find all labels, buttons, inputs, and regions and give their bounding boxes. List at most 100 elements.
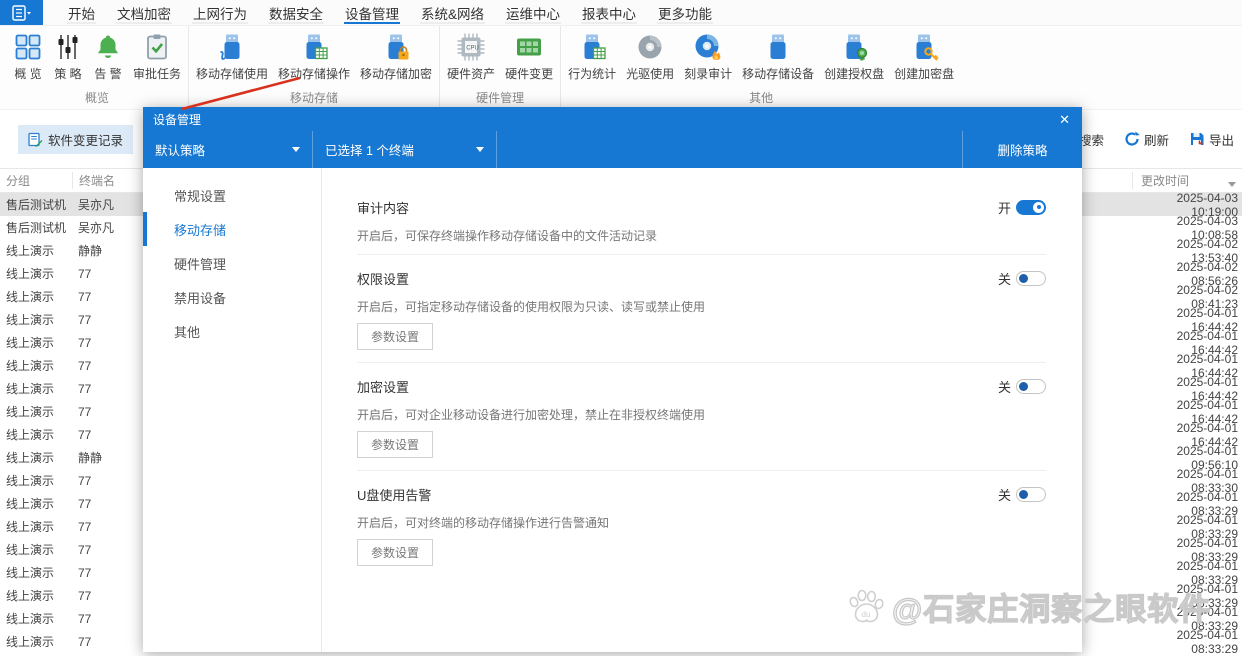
cell-group: 线上演示 bbox=[0, 587, 72, 604]
ribbon-item-label: 行为统计 bbox=[568, 65, 616, 82]
approval-tasks-button[interactable]: 审批任务 bbox=[128, 32, 186, 82]
cell-terminal: 77 bbox=[72, 382, 148, 396]
auth-disk-button[interactable]: 创建授权盘 bbox=[819, 32, 889, 82]
policy-sliders-button[interactable]: 策 略 bbox=[48, 32, 88, 82]
column-header-terminal[interactable]: 终端名 bbox=[72, 172, 148, 189]
cell-group: 线上演示 bbox=[0, 541, 72, 558]
overview-grid-button[interactable]: 概 览 bbox=[8, 32, 48, 82]
cell-group: 线上演示 bbox=[0, 380, 72, 397]
ribbon-item-label: 概 览 bbox=[14, 65, 41, 82]
toggle-switch[interactable] bbox=[1016, 271, 1046, 286]
usb-usage-button[interactable]: 移动存储使用 bbox=[191, 32, 273, 82]
ribbon-item-label: 光驱使用 bbox=[626, 65, 674, 82]
refresh-button[interactable]: 刷新 bbox=[1124, 130, 1169, 149]
section-title: 权限设置 bbox=[357, 269, 409, 288]
ribbon-item-label: 硬件变更 bbox=[505, 65, 553, 82]
menu-item-5[interactable]: 设备管理 bbox=[334, 0, 410, 25]
ribbon-item-label: 移动存储加密 bbox=[360, 65, 432, 82]
hardware-change-button[interactable]: 硬件变更 bbox=[500, 32, 558, 82]
setting-section-4: U盘使用告警关开启后，可对终端的移动存储操作进行告警通知参数设置 bbox=[357, 471, 1046, 578]
software-change-log-button[interactable]: 软件变更记录 bbox=[18, 125, 133, 154]
close-icon[interactable]: ✕ bbox=[1059, 113, 1070, 126]
delete-policy-button[interactable]: 删除策略 bbox=[962, 131, 1082, 168]
usb-operation-button[interactable]: 移动存储操作 bbox=[273, 32, 355, 82]
dialog-tab-5[interactable]: 其他 bbox=[143, 314, 321, 348]
cell-terminal: 77 bbox=[72, 428, 148, 442]
column-header-modified-time[interactable]: 更改时间 bbox=[1132, 172, 1242, 189]
cell-group: 线上演示 bbox=[0, 564, 72, 581]
disc-usage-button[interactable]: 光驱使用 bbox=[621, 32, 679, 82]
dialog-policy-bar: 默认策略 已选择 1 个终端 删除策略 bbox=[143, 131, 1082, 168]
dialog-tab-4[interactable]: 禁用设备 bbox=[143, 280, 321, 314]
usb-encrypt-button[interactable]: 移动存储加密 bbox=[355, 32, 437, 82]
burn-audit-icon bbox=[693, 32, 723, 62]
menu-items: 开始文档加密上网行为数据安全设备管理系统&网络运维中心报表中心更多功能 bbox=[57, 0, 723, 25]
section-title: 加密设置 bbox=[357, 377, 409, 396]
cell-terminal: 77 bbox=[72, 290, 148, 304]
ribbon-item-label: 移动存储操作 bbox=[278, 65, 350, 82]
burn-audit-button[interactable]: 刻录审计 bbox=[679, 32, 737, 82]
section-description: 开启后，可对终端的移动存储操作进行告警通知 bbox=[357, 514, 1046, 529]
section-title: 审计内容 bbox=[357, 198, 409, 217]
encrypt-disk-icon bbox=[909, 32, 939, 62]
dialog-tab-3[interactable]: 硬件管理 bbox=[143, 246, 321, 280]
cell-terminal: 77 bbox=[72, 313, 148, 327]
svg-text:CPU: CPU bbox=[466, 46, 479, 52]
search-label: 搜索 bbox=[1079, 130, 1104, 149]
menu-item-3[interactable]: 上网行为 bbox=[182, 0, 258, 25]
cell-group: 线上演示 bbox=[0, 495, 72, 512]
menu-item-7[interactable]: 运维中心 bbox=[495, 0, 571, 25]
ribbon-item-label: 策 略 bbox=[54, 65, 81, 82]
cell-group: 线上演示 bbox=[0, 518, 72, 535]
cell-group: 线上演示 bbox=[0, 334, 72, 351]
cell-terminal: 77 bbox=[72, 267, 148, 281]
cell-group: 线上演示 bbox=[0, 426, 72, 443]
ribbon-group-label: 概览 bbox=[8, 89, 186, 107]
ribbon-group-3: CPU硬件资产硬件变更硬件管理 bbox=[440, 26, 561, 109]
cpu-asset-button[interactable]: CPU硬件资产 bbox=[442, 32, 500, 82]
toggle-knob bbox=[1033, 202, 1044, 213]
cell-terminal: 吴亦凡 bbox=[72, 196, 148, 213]
cell-modified-time: 2025-04-01 08:33:29 bbox=[1132, 628, 1242, 656]
column-header-group[interactable]: 分组 bbox=[0, 172, 72, 189]
behavior-stats-button[interactable]: 行为统计 bbox=[563, 32, 621, 82]
menu-item-6[interactable]: 系统&网络 bbox=[410, 0, 495, 25]
dialog-sidebar: 常规设置移动存储硬件管理禁用设备其他 bbox=[143, 168, 322, 652]
toggle-knob bbox=[1019, 490, 1028, 499]
policy-dropdown[interactable]: 默认策略 bbox=[143, 131, 313, 168]
param-settings-button[interactable]: 参数设置 bbox=[357, 323, 433, 350]
setting-section-2: 权限设置关开启后，可指定移动存储设备的使用权限为只读、读写或禁止使用参数设置 bbox=[357, 255, 1046, 363]
toggle-knob bbox=[1019, 274, 1028, 283]
approval-tasks-icon bbox=[142, 32, 172, 62]
menu-item-1[interactable]: 开始 bbox=[57, 0, 106, 25]
param-settings-button[interactable]: 参数设置 bbox=[357, 539, 433, 566]
cell-terminal: 77 bbox=[72, 336, 148, 350]
section-description: 开启后，可指定移动存储设备的使用权限为只读、读写或禁止使用 bbox=[357, 298, 1046, 313]
ribbon-group-label: 其他 bbox=[563, 89, 959, 107]
terminal-select-dropdown[interactable]: 已选择 1 个终端 bbox=[313, 131, 497, 168]
ribbon-group-2: 移动存储使用移动存储操作移动存储加密移动存储 bbox=[189, 26, 440, 109]
menu-item-2[interactable]: 文档加密 bbox=[106, 0, 182, 25]
cell-terminal: 77 bbox=[72, 474, 148, 488]
app-menu-button[interactable] bbox=[0, 0, 43, 25]
toggle-switch[interactable] bbox=[1016, 200, 1046, 215]
ribbon-item-label: 创建授权盘 bbox=[824, 65, 884, 82]
menu-item-8[interactable]: 报表中心 bbox=[571, 0, 647, 25]
alert-bell-button[interactable]: 告 警 bbox=[88, 32, 128, 82]
param-settings-button[interactable]: 参数设置 bbox=[357, 431, 433, 458]
export-button[interactable]: 导出 bbox=[1189, 130, 1234, 149]
ribbon-item-label: 移动存储设备 bbox=[742, 65, 814, 82]
ribbon-toolbar: 概 览策 略告 警审批任务概览移动存储使用移动存储操作移动存储加密移动存储CPU… bbox=[0, 26, 1242, 110]
usb-device-button[interactable]: 移动存储设备 bbox=[737, 32, 819, 82]
dialog-tab-2[interactable]: 移动存储 bbox=[143, 212, 321, 246]
encrypt-disk-button[interactable]: 创建加密盘 bbox=[889, 32, 959, 82]
toggle-switch[interactable] bbox=[1016, 487, 1046, 502]
menu-item-4[interactable]: 数据安全 bbox=[258, 0, 334, 25]
export-icon bbox=[1189, 131, 1205, 147]
menu-item-9[interactable]: 更多功能 bbox=[647, 0, 723, 25]
chevron-down-icon bbox=[292, 147, 300, 152]
cell-group: 线上演示 bbox=[0, 357, 72, 374]
dialog-tab-1[interactable]: 常规设置 bbox=[143, 178, 321, 212]
toggle-switch[interactable] bbox=[1016, 379, 1046, 394]
setting-section-3: 加密设置关开启后，可对企业移动设备进行加密处理，禁止在非授权终端使用参数设置 bbox=[357, 363, 1046, 471]
